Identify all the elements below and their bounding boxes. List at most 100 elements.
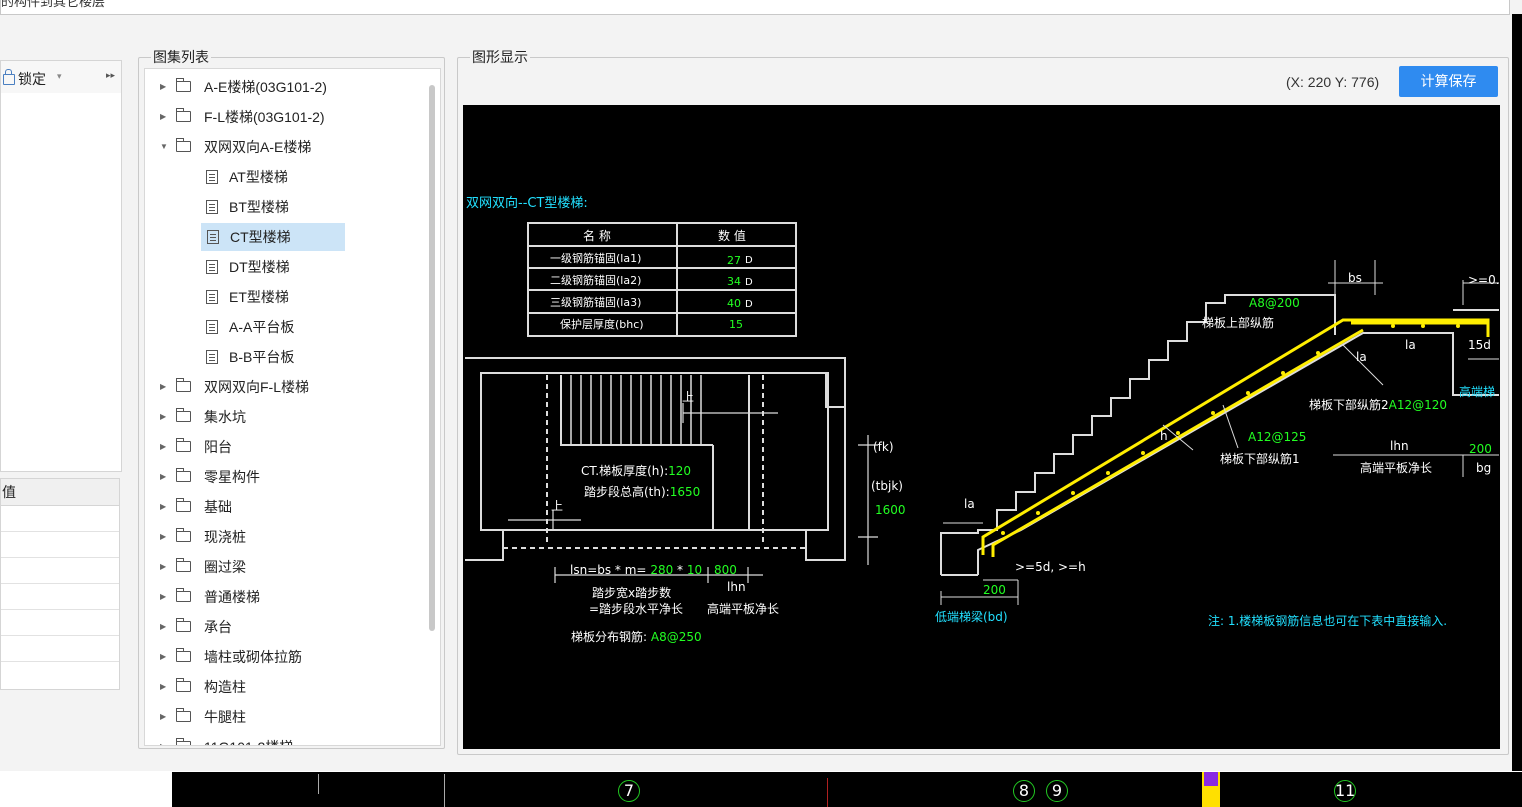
- tree-folder[interactable]: ▶ 11G101-2楼梯: [145, 733, 435, 745]
- tree-item-label: A-E楼梯(03G101-2): [204, 79, 327, 95]
- expand-arrow-icon[interactable]: ▶: [160, 643, 170, 671]
- expand-icon[interactable]: ▸▸: [106, 70, 115, 81]
- expand-arrow-icon[interactable]: ▶: [160, 583, 170, 611]
- property-row[interactable]: [1, 636, 119, 662]
- tree-folder[interactable]: ▶ 基础: [145, 493, 435, 521]
- tree-leaf[interactable]: ET型楼梯: [145, 283, 435, 311]
- section-200[interactable]: 200: [983, 583, 1006, 597]
- tree-folder[interactable]: ▶ F-L楼梯(03G101-2): [145, 103, 435, 131]
- section-top-rebar-label: 梯板上部纵筋: [1202, 316, 1275, 330]
- section-lhn: lhn: [1390, 439, 1409, 453]
- expand-arrow-icon[interactable]: ▶: [160, 463, 170, 491]
- param-row-value[interactable]: 27: [727, 254, 741, 268]
- property-row[interactable]: [1, 532, 119, 558]
- folder-icon: [176, 678, 191, 692]
- tree-leaf[interactable]: CT型楼梯: [201, 223, 345, 251]
- tree-folder[interactable]: ▶ A-E楼梯(03G101-2): [145, 73, 435, 101]
- expand-arrow-icon[interactable]: ▶: [160, 493, 170, 521]
- expand-arrow-icon[interactable]: ▶: [160, 673, 170, 701]
- tree-item-label: 阳台: [204, 439, 232, 455]
- property-row[interactable]: [1, 506, 119, 532]
- axis-label: 11: [1334, 780, 1356, 802]
- tree-folder[interactable]: ▶ 集水坑: [145, 403, 435, 431]
- tree-leaf[interactable]: A-A平台板: [145, 313, 435, 341]
- tree-folder[interactable]: ▼ 双网双向A-E楼梯: [145, 133, 435, 161]
- expand-arrow-icon[interactable]: ▶: [160, 553, 170, 581]
- tree-item-label: F-L楼梯(03G101-2): [204, 109, 325, 125]
- plan-tbjk-value[interactable]: 1600: [875, 503, 906, 517]
- expand-arrow-icon[interactable]: ▶: [160, 433, 170, 461]
- tree-folder[interactable]: ▶ 普通楼梯: [145, 583, 435, 611]
- tree-item-label: 牛腿柱: [204, 709, 246, 725]
- folder-icon: [176, 558, 191, 572]
- section-bottom1-label: 梯板下部纵筋1: [1220, 452, 1300, 466]
- tree-folder[interactable]: ▶ 墙柱或砌体拉筋: [145, 643, 435, 671]
- property-row[interactable]: [1, 610, 119, 636]
- property-row[interactable]: [1, 662, 119, 687]
- tree-leaf[interactable]: DT型楼梯: [145, 253, 435, 281]
- param-row-value[interactable]: 15: [729, 318, 743, 332]
- right-edge-strip: [1512, 14, 1522, 774]
- expand-arrow-icon[interactable]: ▶: [160, 73, 170, 101]
- lock-dropdown-icon[interactable]: ▾: [57, 71, 62, 82]
- tree-folder[interactable]: ▶ 阳台: [145, 433, 435, 461]
- tree-folder[interactable]: ▶ 承台: [145, 613, 435, 641]
- tree-folder[interactable]: ▶ 双网双向F-L楼梯: [145, 373, 435, 401]
- plan-dist-rebar: 梯板分布钢筋: A8@250: [571, 630, 702, 644]
- atlas-list-title: 图集列表: [151, 48, 211, 66]
- atlas-tree[interactable]: ▶ A-E楼梯(03G101-2) ▶ F-L楼梯(03G101-2) ▼ 双网双向A-E…: [144, 68, 441, 746]
- expand-arrow-icon[interactable]: ▶: [160, 613, 170, 641]
- tree-folder[interactable]: ▶ 零星构件: [145, 463, 435, 491]
- plan-step-desc: =踏步段水平净长: [589, 602, 684, 616]
- param-row-value[interactable]: 34: [727, 275, 741, 289]
- axis-label: 8: [1013, 780, 1035, 802]
- expand-arrow-icon[interactable]: ▶: [160, 523, 170, 551]
- window-title: 的构件到其它楼层: [1, 0, 106, 9]
- tree-leaf[interactable]: AT型楼梯: [145, 163, 435, 191]
- tree-folder[interactable]: ▶ 构造柱: [145, 673, 435, 701]
- param-row-name: 一级钢筋锚固(la1): [550, 252, 642, 265]
- tree-item-label: 11G101-2楼梯: [204, 733, 293, 745]
- param-table-header-value: 数 值: [718, 229, 746, 243]
- section-top-rebar-value[interactable]: A8@200: [1249, 296, 1300, 310]
- drawing-note: 注: 1.楼梯板钢筋信息也可在下表中直接输入.: [1208, 614, 1448, 628]
- section-bg: bg: [1476, 461, 1492, 475]
- tree-folder[interactable]: ▶ 现浇桩: [145, 523, 435, 551]
- drawing-canvas[interactable]: 双网双向--CT型楼梯: 名 称 数 值 一级钢筋锚固(la1) 27 D 二级…: [463, 105, 1500, 749]
- calculate-save-button[interactable]: 计算保存: [1399, 66, 1498, 97]
- collapse-arrow-icon[interactable]: ▼: [160, 133, 170, 161]
- tree-item-label: A-A平台板: [229, 319, 295, 335]
- tree-leaf[interactable]: BT型楼梯: [145, 193, 435, 221]
- document-icon: [206, 170, 218, 184]
- property-row[interactable]: [1, 584, 119, 610]
- plan-lhn-value[interactable]: 800: [714, 563, 737, 577]
- document-icon: [206, 260, 218, 274]
- tree-item-label: 双网双向A-E楼梯: [204, 139, 312, 155]
- main-model-canvas[interactable]: [172, 772, 1522, 807]
- param-row-unit: D: [745, 277, 753, 288]
- expand-arrow-icon[interactable]: ▶: [160, 403, 170, 431]
- document-icon: [207, 230, 219, 244]
- section-la-low: la: [964, 497, 975, 511]
- tree-folder[interactable]: ▶ 牛腿柱: [145, 703, 435, 731]
- tree-item-label: 构造柱: [204, 679, 246, 695]
- section-bottom1-value[interactable]: A12@125: [1248, 430, 1306, 444]
- param-row-name: 三级钢筋锚固(la3): [550, 296, 642, 309]
- tree-item-label: 现浇桩: [204, 529, 246, 545]
- expand-arrow-icon[interactable]: ▶: [160, 733, 170, 745]
- lock-button[interactable]: 锁定: [3, 69, 46, 89]
- folder-open-icon: [176, 138, 191, 152]
- expand-arrow-icon[interactable]: ▶: [160, 703, 170, 731]
- param-row-value[interactable]: 40: [727, 297, 741, 311]
- plan-thickness: CT.梯板厚度(h):120: [581, 464, 692, 478]
- tree-folder[interactable]: ▶ 圈过梁: [145, 553, 435, 581]
- tree-scrollbar[interactable]: [429, 85, 435, 631]
- expand-arrow-icon[interactable]: ▶: [160, 103, 170, 131]
- tree-leaf[interactable]: B-B平台板: [145, 343, 435, 371]
- property-row[interactable]: [1, 558, 119, 584]
- section-lhn-value[interactable]: 200: [1469, 442, 1492, 456]
- tree-item-label: 零星构件: [204, 469, 260, 485]
- tree-item-label: 基础: [204, 499, 232, 515]
- folder-icon: [176, 738, 191, 745]
- expand-arrow-icon[interactable]: ▶: [160, 373, 170, 401]
